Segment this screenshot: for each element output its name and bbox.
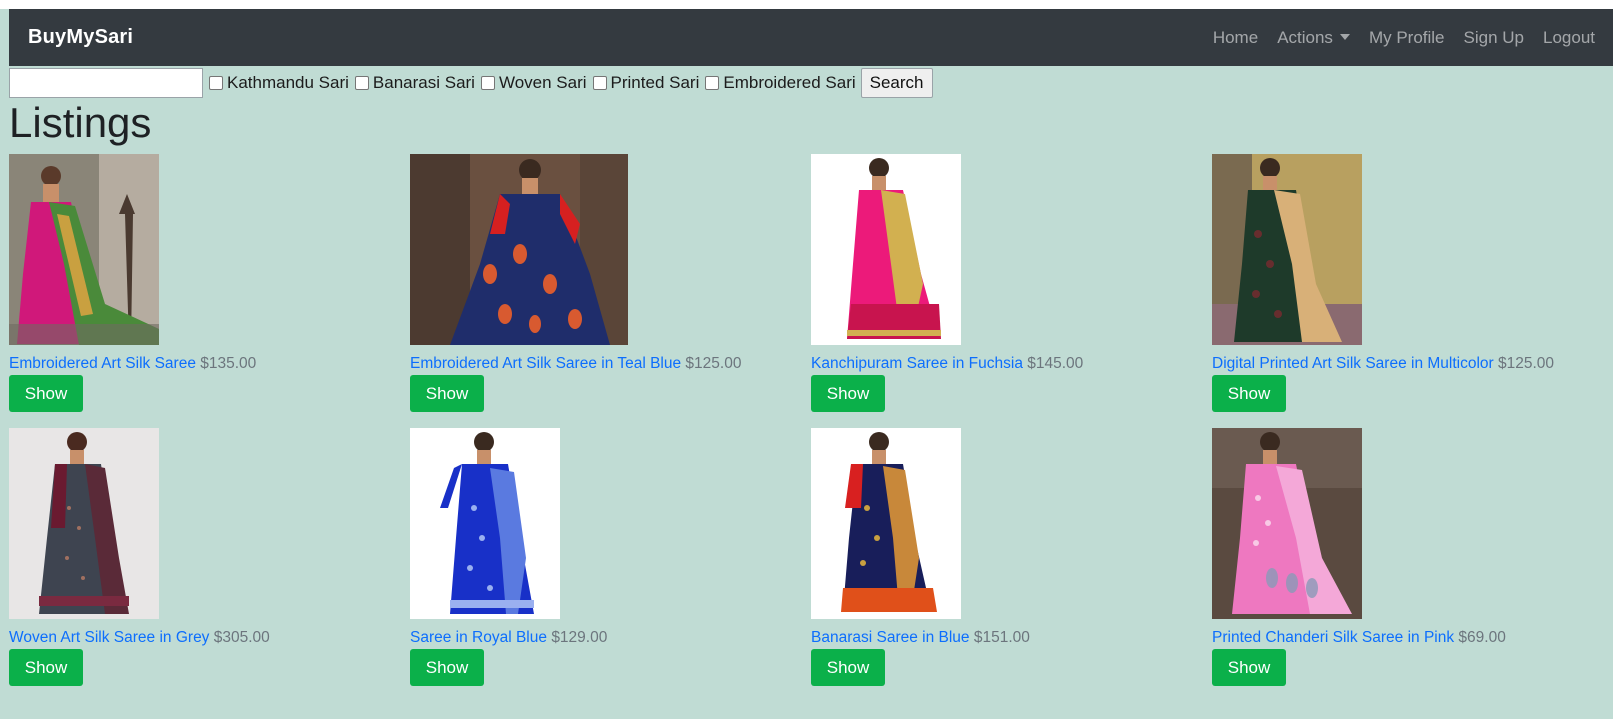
listing-title-link[interactable]: Banarasi Saree in Blue: [811, 629, 970, 646]
show-button[interactable]: Show: [410, 649, 484, 686]
product-image[interactable]: [1212, 428, 1362, 619]
product-image[interactable]: [9, 154, 159, 345]
show-button[interactable]: Show: [811, 375, 885, 412]
search-button[interactable]: Search: [860, 68, 933, 98]
show-button[interactable]: Show: [410, 375, 484, 412]
listing-price: $305.00: [213, 629, 270, 646]
listing-price: $151.00: [973, 629, 1030, 646]
listing-title-link[interactable]: Printed Chanderi Silk Saree in Pink: [1212, 629, 1454, 646]
listing-title-link[interactable]: Woven Art Silk Saree in Grey: [9, 629, 209, 646]
product-image[interactable]: [811, 428, 961, 619]
product-image[interactable]: [1212, 154, 1362, 345]
page-title: Listings: [9, 99, 152, 146]
filter-printed-sari[interactable]: Printed Sari: [592, 73, 700, 93]
listing-card: Embroidered Art Silk Saree in Teal Blue …: [410, 154, 811, 412]
listing-price: $125.00: [1498, 355, 1555, 372]
top-strip: [0, 0, 1613, 9]
listing-title-link[interactable]: Digital Printed Art Silk Saree in Multic…: [1212, 355, 1494, 372]
listing-title-row: Embroidered Art Silk Saree in Teal Blue …: [410, 355, 741, 373]
checkbox[interactable]: [209, 76, 223, 90]
listing-price: $129.00: [551, 629, 608, 646]
nav-sign-up-link[interactable]: Sign Up: [1464, 28, 1524, 48]
product-image[interactable]: [410, 428, 560, 619]
listing-title-link[interactable]: Saree in Royal Blue: [410, 629, 547, 646]
listing-title-row: Woven Art Silk Saree in Grey $305.00: [9, 629, 270, 647]
product-image[interactable]: [9, 428, 159, 619]
filter-label: Embroidered Sari: [723, 73, 856, 92]
listing-title-row: Printed Chanderi Silk Saree in Pink $69.…: [1212, 629, 1506, 647]
filter-label: Woven Sari: [498, 73, 587, 92]
checkbox[interactable]: [480, 76, 495, 90]
checkbox[interactable]: [592, 76, 607, 90]
listing-price: $135.00: [200, 355, 257, 372]
filter-label: Banarasi Sari: [372, 73, 475, 92]
listing-title-row: Embroidered Art Silk Saree $135.00: [9, 355, 256, 373]
show-button[interactable]: Show: [811, 649, 885, 686]
checkbox[interactable]: [705, 76, 720, 90]
product-image[interactable]: [410, 154, 628, 345]
nav-actions-label: Actions: [1277, 27, 1333, 47]
listing-title-link[interactable]: Embroidered Art Silk Saree in Teal Blue: [410, 355, 681, 372]
listing-title-row: Saree in Royal Blue $129.00: [410, 629, 607, 647]
listing-title-link[interactable]: Embroidered Art Silk Saree: [9, 355, 196, 372]
brand-logo[interactable]: BuyMySari: [28, 26, 133, 49]
listing-card: Banarasi Saree in Blue $151.00 Show: [811, 428, 1212, 686]
listing-card: Woven Art Silk Saree in Grey $305.00 Sho…: [9, 428, 410, 686]
filter-woven-sari[interactable]: Woven Sari: [480, 73, 587, 93]
search-form: Kathmandu Sari Banarasi Sari Woven Sari …: [9, 68, 933, 98]
nav-actions-dropdown[interactable]: Actions: [1277, 28, 1350, 48]
filter-kathmandu-sari[interactable]: Kathmandu Sari: [208, 73, 349, 93]
listings-grid: Embroidered Art Silk Saree $135.00 Show: [9, 154, 1609, 686]
nav-my-profile-link[interactable]: My Profile: [1369, 28, 1445, 48]
listing-price: $69.00: [1458, 629, 1506, 646]
show-button[interactable]: Show: [9, 649, 83, 686]
listing-title-row: Kanchipuram Saree in Fuchsia $145.00: [811, 355, 1083, 373]
listing-card: Saree in Royal Blue $129.00 Show: [410, 428, 811, 686]
listing-card: Embroidered Art Silk Saree $135.00 Show: [9, 154, 410, 412]
listing-title-row: Banarasi Saree in Blue $151.00: [811, 629, 1030, 647]
nav-logout-link[interactable]: Logout: [1543, 28, 1595, 48]
filter-label: Kathmandu Sari: [227, 73, 349, 92]
nav-links: Home Actions My Profile Sign Up Logout: [1213, 28, 1595, 48]
filter-banarasi-sari[interactable]: Banarasi Sari: [354, 73, 475, 93]
filter-embroidered-sari[interactable]: Embroidered Sari: [704, 73, 856, 93]
checkbox[interactable]: [354, 76, 369, 90]
listing-title-row: Digital Printed Art Silk Saree in Multic…: [1212, 355, 1554, 373]
show-button[interactable]: Show: [1212, 649, 1286, 686]
search-input[interactable]: [9, 68, 203, 98]
listing-price: $145.00: [1027, 355, 1084, 372]
nav-home-link[interactable]: Home: [1213, 28, 1258, 48]
listing-card: Printed Chanderi Silk Saree in Pink $69.…: [1212, 428, 1613, 686]
show-button[interactable]: Show: [1212, 375, 1286, 412]
product-image[interactable]: [811, 154, 961, 345]
listing-title-link[interactable]: Kanchipuram Saree in Fuchsia: [811, 355, 1023, 372]
listing-price: $125.00: [685, 355, 742, 372]
filter-label: Printed Sari: [610, 73, 700, 92]
listing-card: Digital Printed Art Silk Saree in Multic…: [1212, 154, 1613, 412]
navbar: BuyMySari Home Actions My Profile Sign U…: [9, 9, 1613, 66]
show-button[interactable]: Show: [9, 375, 83, 412]
listing-card: Kanchipuram Saree in Fuchsia $145.00 Sho…: [811, 154, 1212, 412]
caret-down-icon: [1339, 33, 1350, 40]
